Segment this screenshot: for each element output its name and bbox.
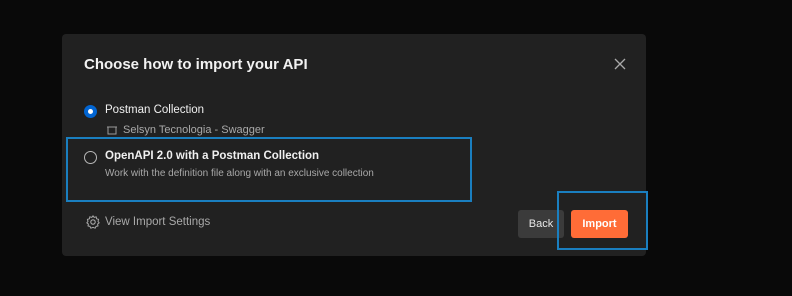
radio-postman-collection[interactable] <box>84 105 97 118</box>
close-icon <box>614 58 626 70</box>
view-import-settings-link[interactable]: View Import Settings <box>86 215 210 229</box>
close-button[interactable] <box>610 54 630 74</box>
option-description: Work with the definition file along with… <box>105 168 374 179</box>
option-label: OpenAPI 2.0 with a Postman Collection <box>105 150 320 162</box>
dialog-title: Choose how to import your API <box>84 56 308 73</box>
gear-icon <box>86 215 100 229</box>
collection-icon <box>107 126 117 135</box>
collection-row: Selsyn Tecnologia - Swagger <box>84 124 524 138</box>
import-button[interactable]: Import <box>571 210 628 238</box>
radio-openapi-with-collection[interactable] <box>84 151 97 164</box>
import-dialog: Choose how to import your API Postman Co… <box>62 34 646 256</box>
back-button[interactable]: Back <box>518 210 564 238</box>
view-import-settings-label: View Import Settings <box>105 216 211 228</box>
option-label: Postman Collection <box>105 104 205 116</box>
collection-name: Selsyn Tecnologia - Swagger <box>123 124 265 136</box>
